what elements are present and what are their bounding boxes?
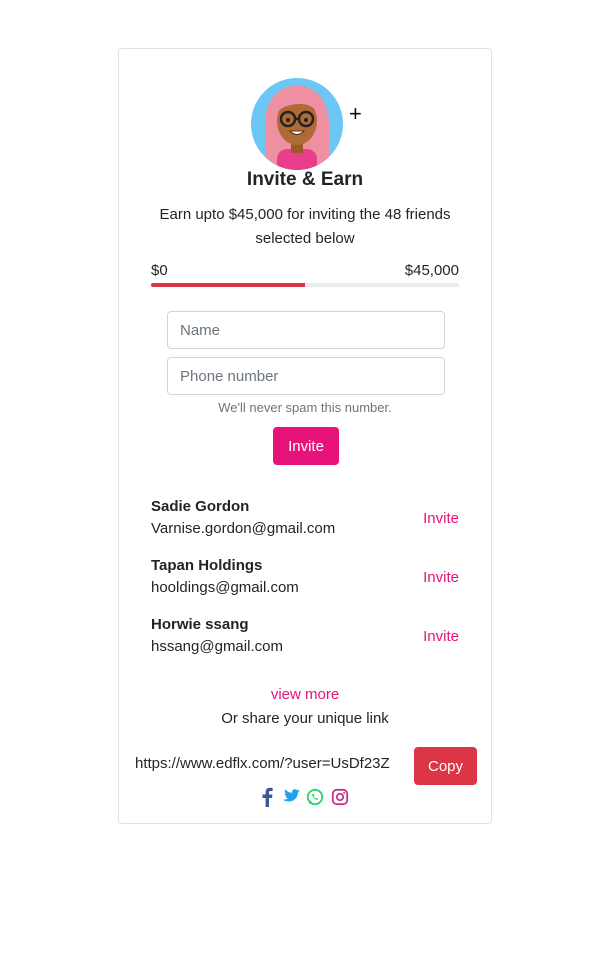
page-title: Invite & Earn — [246, 169, 364, 190]
twitter-icon[interactable] — [280, 788, 300, 811]
subtitle: Earn upto $45,000 for inviting the 48 fr… — [159, 206, 451, 247]
friend-row: Horwie ssang hssang@gmail.com Invite — [151, 615, 459, 674]
earnings-progress-bar — [151, 283, 459, 287]
progress-fill — [151, 283, 305, 287]
social-share-icons — [119, 787, 491, 807]
phone-input[interactable] — [167, 357, 445, 395]
range-min-label: $0 — [151, 262, 168, 279]
friend-list: Sadie Gordon Varnise.gordon@gmail.com In… — [151, 497, 459, 674]
friend-row: Sadie Gordon Varnise.gordon@gmail.com In… — [151, 497, 459, 556]
copy-button[interactable]: Copy — [414, 747, 477, 785]
friend-invite-link[interactable]: Invite — [423, 510, 459, 527]
invite-card: + Invite & Earn Earn upto $45,000 for in… — [118, 48, 492, 824]
add-avatar-icon[interactable]: + — [349, 101, 362, 127]
friend-name: Tapan Holdings — [151, 557, 263, 574]
facebook-icon[interactable] — [261, 787, 273, 812]
friend-invite-link[interactable]: Invite — [423, 569, 459, 586]
invite-button[interactable]: Invite — [273, 427, 339, 465]
friend-email: hooldings@gmail.com — [151, 579, 299, 596]
unique-share-link[interactable]: https://www.edflx.com/?user=UsDf23Z — [135, 755, 390, 772]
name-input[interactable] — [167, 311, 445, 349]
share-text: Or share your unique link — [221, 710, 389, 727]
friend-name: Sadie Gordon — [151, 498, 250, 515]
friend-email: Varnise.gordon@gmail.com — [151, 520, 336, 537]
view-more-link[interactable]: view more — [119, 686, 491, 703]
friend-row: Tapan Holdings hooldings@gmail.com Invit… — [151, 556, 459, 615]
friend-name: Horwie ssang — [151, 616, 249, 633]
friend-invite-link[interactable]: Invite — [423, 628, 459, 645]
whatsapp-icon[interactable] — [306, 788, 324, 811]
friend-email: hssang@gmail.com — [151, 638, 283, 655]
range-max-label: $45,000 — [404, 262, 459, 279]
instagram-icon[interactable] — [331, 788, 349, 811]
phone-help-text: We'll never spam this number. — [218, 400, 392, 415]
avatar — [251, 71, 343, 171]
